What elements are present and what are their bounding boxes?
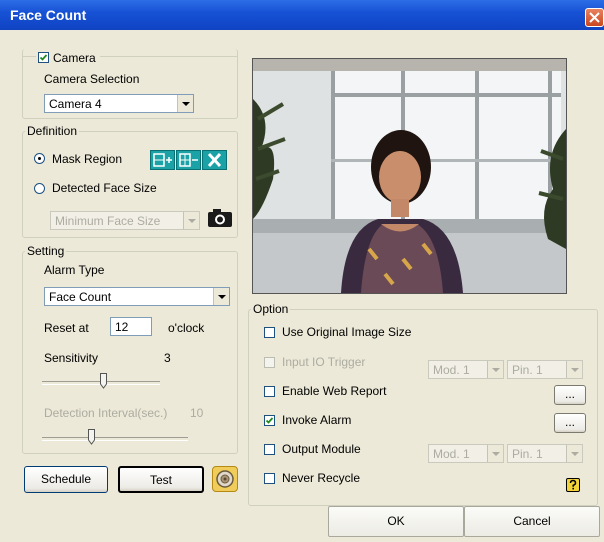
web-report-more-button[interactable]: ... — [554, 385, 586, 405]
output-module-label: Output Module — [282, 442, 361, 456]
camera-checkbox[interactable] — [38, 52, 49, 63]
camera-checkbox-label: Camera — [53, 51, 96, 65]
never-recycle-checkbox[interactable] — [264, 473, 275, 484]
close-icon — [589, 12, 600, 23]
input-mod-select-value: Mod. 1 — [433, 363, 470, 377]
mask-add-icon — [153, 153, 172, 167]
ok-button-label: OK — [387, 514, 405, 528]
invoke-alarm-more-button[interactable]: ... — [554, 413, 586, 433]
window-title: Face Count — [10, 7, 87, 23]
input-pin-select[interactable]: Pin. 1 — [507, 360, 583, 379]
input-io-label: Input IO Trigger — [282, 355, 366, 369]
mask-add-button[interactable] — [150, 150, 175, 170]
sensitivity-value: 3 — [164, 351, 171, 365]
output-mod-select-value: Mod. 1 — [433, 447, 470, 461]
reset-unit-label: o'clock — [168, 321, 205, 335]
web-report-more-label: ... — [564, 387, 575, 401]
schedule-button[interactable]: Schedule — [24, 466, 108, 493]
invoke-alarm-checkbox[interactable] — [264, 415, 275, 426]
definition-legend: Definition — [27, 124, 78, 138]
reset-at-label: Reset at — [44, 321, 89, 335]
camera-select-value: Camera 4 — [49, 97, 102, 111]
face-count-dialog: Face Count Camera Camera Selection Camer… — [0, 0, 604, 542]
mask-region-radio[interactable] — [34, 153, 45, 164]
input-mod-select[interactable]: Mod. 1 — [428, 360, 504, 379]
detected-face-label: Detected Face Size — [52, 181, 157, 195]
detection-slider-thumb[interactable] — [88, 429, 95, 445]
output-pin-select-value: Pin. 1 — [512, 447, 543, 461]
setting-legend: Setting — [27, 244, 65, 258]
ok-button[interactable]: OK — [328, 506, 464, 537]
detected-face-radio[interactable] — [34, 183, 45, 194]
mask-remove-button[interactable] — [176, 150, 201, 170]
sensitivity-slider-thumb[interactable] — [100, 373, 107, 389]
test-button[interactable]: Test — [118, 466, 204, 493]
output-mod-select[interactable]: Mod. 1 — [428, 444, 504, 463]
chevron-down-icon[interactable] — [566, 361, 582, 378]
enable-web-label: Enable Web Report — [282, 384, 387, 398]
alarm-type-label: Alarm Type — [44, 263, 105, 277]
check-icon — [39, 54, 48, 61]
reset-hour-input[interactable]: 12 — [110, 317, 152, 336]
face-size-select[interactable]: Minimum Face Size — [50, 211, 200, 230]
cancel-button[interactable]: Cancel — [464, 506, 600, 537]
alarm-type-select[interactable]: Face Count — [44, 287, 230, 306]
camera-selection-label: Camera Selection — [44, 72, 140, 86]
snapshot-button[interactable] — [206, 208, 234, 230]
sensitivity-label: Sensitivity — [44, 351, 99, 365]
input-pin-select-value: Pin. 1 — [512, 363, 543, 377]
chevron-down-icon[interactable] — [213, 288, 229, 305]
chevron-down-icon[interactable] — [177, 95, 193, 112]
output-pin-select[interactable]: Pin. 1 — [507, 444, 583, 463]
chevron-down-icon[interactable] — [183, 212, 199, 229]
mask-clear-icon — [207, 152, 222, 168]
mask-remove-icon — [179, 153, 198, 167]
cancel-button-label: Cancel — [513, 514, 551, 528]
detection-interval-value: 10 — [190, 406, 204, 420]
test-sound-icon — [216, 470, 234, 488]
face-size-select-value: Minimum Face Size — [55, 214, 161, 228]
input-io-checkbox[interactable] — [264, 357, 275, 368]
close-button[interactable] — [585, 8, 604, 27]
test-button-label: Test — [149, 473, 172, 487]
option-legend: Option — [253, 302, 289, 316]
test-sound-button[interactable] — [212, 466, 238, 492]
invoke-alarm-more-label: ... — [564, 415, 575, 429]
schedule-button-label: Schedule — [40, 472, 92, 486]
camera-snapshot-icon — [208, 209, 232, 227]
invoke-alarm-label: Invoke Alarm — [282, 413, 352, 427]
chevron-down-icon[interactable] — [487, 361, 503, 378]
check-icon — [265, 417, 274, 424]
help-button[interactable] — [566, 478, 580, 492]
reset-hour-value: 12 — [115, 320, 129, 334]
never-recycle-label: Never Recycle — [282, 471, 361, 485]
use-original-label: Use Original Image Size — [282, 325, 412, 339]
chevron-down-icon[interactable] — [487, 445, 503, 462]
alarm-type-select-value: Face Count — [49, 290, 112, 304]
detection-slider-track[interactable] — [42, 437, 188, 441]
mask-clear-button[interactable] — [202, 150, 227, 170]
camera-preview-image — [253, 59, 566, 293]
camera-preview — [252, 58, 567, 294]
detection-interval-label: Detection Interval(sec.) — [44, 406, 168, 420]
chevron-down-icon[interactable] — [566, 445, 582, 462]
output-module-checkbox[interactable] — [264, 444, 275, 455]
use-original-checkbox[interactable] — [264, 327, 275, 338]
help-icon — [569, 479, 577, 490]
enable-web-checkbox[interactable] — [264, 386, 275, 397]
mask-region-label: Mask Region — [52, 152, 123, 166]
title-bar: Face Count — [0, 0, 604, 30]
camera-select[interactable]: Camera 4 — [44, 94, 194, 113]
